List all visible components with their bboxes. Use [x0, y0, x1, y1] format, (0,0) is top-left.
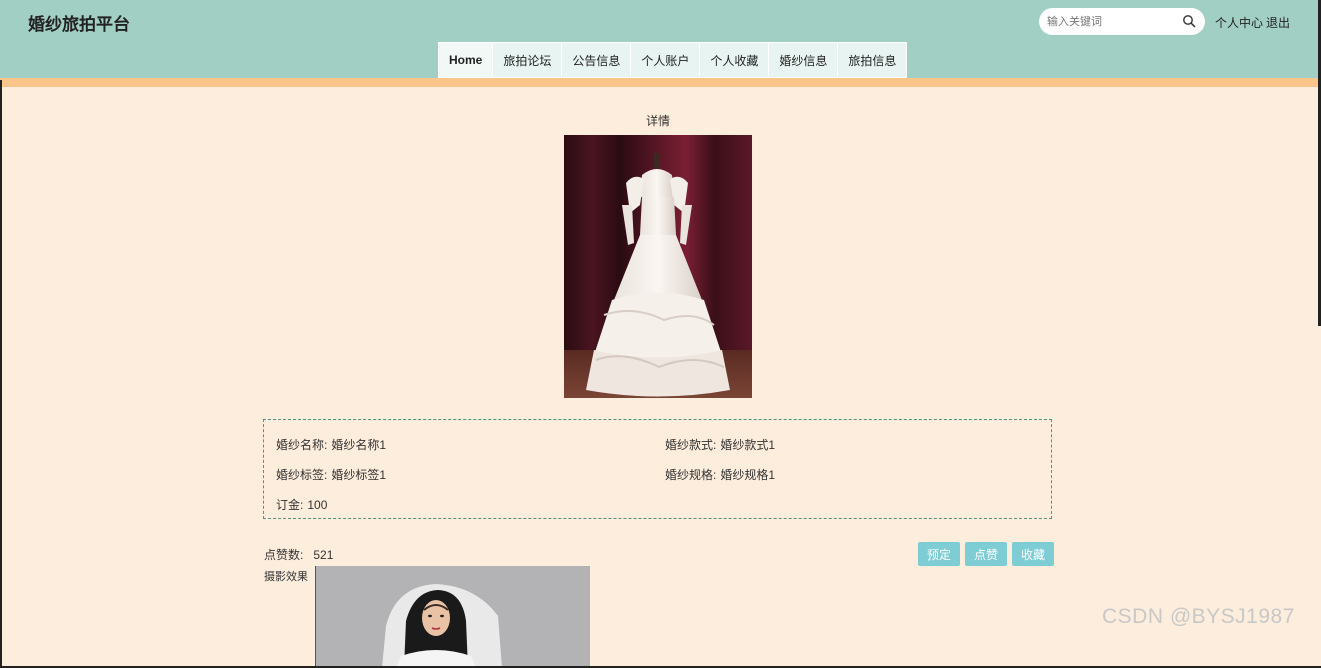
wedding-dress-image[interactable]	[564, 135, 752, 398]
nav-item-favorites[interactable]: 个人收藏	[700, 42, 770, 78]
search-icon[interactable]	[1182, 14, 1196, 28]
dress-tag-label: 婚纱标签:	[276, 468, 328, 482]
frame-border-left	[0, 80, 2, 668]
header-bar: 婚纱旅拍平台 个人中心 退出 Home 旅拍论坛 公告信息 个人账户 个人收藏 …	[0, 0, 1321, 80]
dress-tag-row: 婚纱标签: 婚纱标签1	[276, 466, 386, 483]
photo-effect-label: 摄影效果	[264, 571, 308, 583]
detail-title: 详情	[645, 114, 670, 128]
header-divider	[0, 78, 1321, 87]
user-center-link[interactable]: 个人中心	[1215, 14, 1263, 31]
deposit-label: 订金:	[276, 498, 304, 512]
likes-label: 点赞数:	[264, 548, 304, 562]
dress-style-value: 婚纱款式1	[720, 438, 776, 452]
nav-item-announcements[interactable]: 公告信息	[562, 42, 632, 78]
dress-name-row: 婚纱名称: 婚纱名称1	[276, 436, 386, 453]
dress-spec-label: 婚纱规格:	[665, 468, 717, 482]
likes-count: 点赞数: 521	[264, 546, 333, 563]
deposit-row: 订金: 100	[276, 496, 327, 513]
dress-style-label: 婚纱款式:	[665, 438, 717, 452]
dress-name-value: 婚纱名称1	[331, 438, 387, 452]
nav-item-forum[interactable]: 旅拍论坛	[493, 42, 563, 78]
logout-link[interactable]: 退出	[1266, 14, 1290, 31]
dress-tag-value: 婚纱标签1	[331, 468, 387, 482]
search-box[interactable]	[1039, 8, 1205, 35]
dress-info-panel: 婚纱名称: 婚纱名称1 婚纱款式: 婚纱款式1 婚纱标签: 婚纱标签1 婚纱规格: 婚纱…	[263, 419, 1052, 519]
favorite-button[interactable]: 收藏	[1012, 542, 1055, 566]
search-input[interactable]	[1047, 12, 1177, 31]
nav-item-travel-photo[interactable]: 旅拍信息	[838, 42, 908, 78]
csdn-watermark: CSDN @BYSJ1987	[1102, 605, 1295, 628]
likes-value: 521	[313, 548, 334, 562]
nav-item-account[interactable]: 个人账户	[631, 42, 701, 78]
nav-item-home[interactable]: Home	[438, 42, 494, 78]
book-button[interactable]: 预定	[918, 542, 961, 566]
dress-style-row: 婚纱款式: 婚纱款式1	[665, 436, 775, 453]
main-nav: Home 旅拍论坛 公告信息 个人账户 个人收藏 婚纱信息 旅拍信息	[438, 42, 908, 78]
deposit-value: 100	[307, 498, 328, 512]
photo-effect-image[interactable]	[315, 566, 590, 668]
site-brand[interactable]: 婚纱旅拍平台	[28, 10, 130, 35]
dress-spec-row: 婚纱规格: 婚纱规格1	[665, 466, 775, 483]
nav-item-wedding-dress[interactable]: 婚纱信息	[769, 42, 839, 78]
like-button[interactable]: 点赞	[965, 542, 1008, 566]
dress-name-label: 婚纱名称:	[276, 438, 328, 452]
dress-spec-value: 婚纱规格1	[720, 468, 776, 482]
